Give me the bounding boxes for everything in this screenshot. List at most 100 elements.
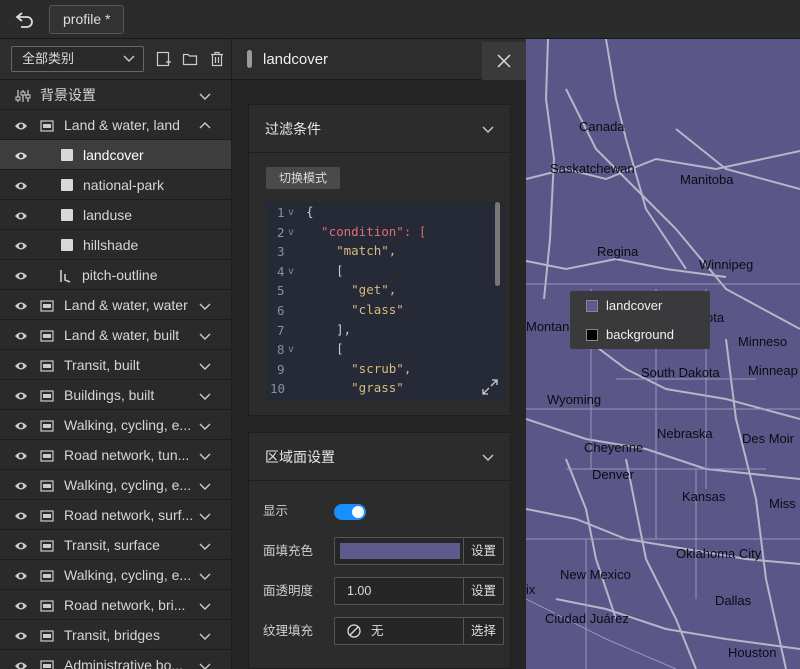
filter-code-editor[interactable]: 1v 2v 3 4v 5 6 7 8v 9 10 { "condition": … <box>266 202 504 400</box>
area-card-header[interactable]: 区域面设置 <box>249 433 510 481</box>
chevron-down-icon[interactable] <box>482 123 494 135</box>
chevron-down-icon[interactable] <box>199 449 211 461</box>
eye-icon[interactable] <box>14 239 28 251</box>
group-icon <box>40 569 54 582</box>
eye-icon[interactable] <box>14 149 28 161</box>
eye-icon[interactable] <box>14 509 28 521</box>
chevron-down-icon[interactable] <box>199 329 211 341</box>
fill-color-swatch[interactable] <box>340 543 460 559</box>
layer-item-pitch-outline[interactable]: pitch-outline <box>0 260 231 290</box>
chevron-down-icon[interactable] <box>199 359 211 371</box>
layer-item-landuse[interactable]: landuse <box>0 200 231 230</box>
layer-group-background[interactable]: 背景设置 <box>0 80 231 110</box>
eye-icon[interactable] <box>14 449 28 461</box>
eye-icon[interactable] <box>14 659 28 669</box>
map-label: South Dakota <box>641 365 720 380</box>
legend-swatch <box>586 300 598 312</box>
opacity-value[interactable]: 1.00 <box>347 578 371 604</box>
eye-icon[interactable] <box>14 119 28 131</box>
map-label: Wyoming <box>547 392 602 407</box>
layer-group-road-network-tunnels[interactable]: Road network, tun... <box>0 440 231 470</box>
code-line: [ <box>306 262 344 278</box>
eye-icon[interactable] <box>14 569 28 581</box>
profile-tab[interactable]: profile * <box>49 5 125 34</box>
layer-group-land-water-water[interactable]: Land & water, water <box>0 290 231 320</box>
map-label: Minneso <box>738 334 788 349</box>
chevron-down-icon[interactable] <box>199 89 211 101</box>
chevron-down-icon[interactable] <box>199 629 211 641</box>
layer-label: Land & water, land <box>64 117 180 133</box>
eye-icon[interactable] <box>14 389 28 401</box>
layer-group-walking-cycling-1[interactable]: Walking, cycling, e... <box>0 410 231 440</box>
show-toggle[interactable] <box>334 504 366 520</box>
eye-icon[interactable] <box>14 299 28 311</box>
eye-icon[interactable] <box>14 329 28 341</box>
chevron-down-icon[interactable] <box>199 479 211 491</box>
chevron-down-icon[interactable] <box>199 539 211 551</box>
eye-icon[interactable] <box>14 359 28 371</box>
fill-color-set-button[interactable]: 设置 <box>463 538 503 564</box>
code-line: "condition": [ <box>306 223 427 239</box>
expand-icon[interactable] <box>482 379 498 395</box>
code-line: "get", <box>306 282 397 298</box>
layer-group-road-network-bridges[interactable]: Road network, bri... <box>0 590 231 620</box>
chevron-down-icon[interactable] <box>199 599 211 611</box>
eye-icon[interactable] <box>14 629 28 641</box>
chevron-down-icon[interactable] <box>199 509 211 521</box>
pattern-label: 纹理填充 <box>263 624 314 638</box>
chevron-down-icon[interactable] <box>199 569 211 581</box>
fill-color-field[interactable]: 设置 <box>334 537 504 565</box>
layer-group-land-water-land[interactable]: Land & water, land <box>0 110 231 140</box>
layer-label: Road network, surf... <box>64 507 194 523</box>
layer-group-administrative-boundaries[interactable]: Administrative bo... <box>0 650 231 669</box>
layer-group-walking-cycling-2[interactable]: Walking, cycling, e... <box>0 470 231 500</box>
category-select[interactable]: 全部类别 <box>11 46 144 72</box>
undo-icon[interactable] <box>10 8 40 32</box>
eye-icon[interactable] <box>14 419 28 431</box>
group-icon <box>40 119 54 132</box>
eye-icon[interactable] <box>14 539 28 551</box>
filter-card: 过滤条件 切换模式 1v 2v 3 4v 5 6 7 8v 9 10 { "co… <box>248 104 511 416</box>
eye-icon[interactable] <box>14 269 28 281</box>
line-number: 7 <box>277 322 285 338</box>
layer-group-transit-surface[interactable]: Transit, surface <box>0 530 231 560</box>
code-line: "match", <box>306 243 397 259</box>
chevron-down-icon[interactable] <box>199 659 211 669</box>
switch-mode-button[interactable]: 切换模式 <box>266 167 341 189</box>
chevron-down-icon[interactable] <box>199 389 211 401</box>
folder-icon[interactable] <box>182 51 198 67</box>
eye-icon[interactable] <box>14 179 28 191</box>
map-canvas[interactable]: Canada Saskatchewan Manitoba Regina Winn… <box>526 39 800 669</box>
filter-card-header[interactable]: 过滤条件 <box>249 105 510 153</box>
map-label: Regina <box>597 244 639 259</box>
code-line: "scrub", <box>306 360 412 376</box>
eye-icon[interactable] <box>14 479 28 491</box>
layer-group-transit-built[interactable]: Transit, built <box>0 350 231 380</box>
pattern-field[interactable]: 无 选择 <box>334 617 504 645</box>
layer-item-hillshade[interactable]: hillshade <box>0 230 231 260</box>
layer-group-walking-cycling-3[interactable]: Walking, cycling, e... <box>0 560 231 590</box>
chevron-up-icon[interactable] <box>199 119 211 131</box>
chevron-down-icon[interactable] <box>199 299 211 311</box>
layer-group-road-network-surface[interactable]: Road network, surf... <box>0 500 231 530</box>
add-layer-icon[interactable] <box>156 51 172 67</box>
chevron-down-icon[interactable] <box>199 419 211 431</box>
layer-group-buildings-built[interactable]: Buildings, built <box>0 380 231 410</box>
layer-item-landcover[interactable]: landcover <box>0 140 231 170</box>
map-label: Des Moir <box>742 431 795 446</box>
code-line: "grass" <box>306 380 404 396</box>
layer-list: 背景设置 Land & water, land landcover nation… <box>0 80 231 669</box>
chevron-down-icon[interactable] <box>482 451 494 463</box>
layer-label: Transit, bridges <box>64 627 160 643</box>
pattern-select-button[interactable]: 选择 <box>463 618 503 644</box>
close-icon[interactable] <box>482 42 526 80</box>
opacity-set-button[interactable]: 设置 <box>463 578 503 604</box>
editor-scrollbar[interactable] <box>495 202 500 286</box>
eye-icon[interactable] <box>14 599 28 611</box>
layer-item-national-park[interactable]: national-park <box>0 170 231 200</box>
trash-icon[interactable] <box>209 51 225 67</box>
layer-group-transit-bridges[interactable]: Transit, bridges <box>0 620 231 650</box>
layer-group-land-water-built[interactable]: Land & water, built <box>0 320 231 350</box>
opacity-field[interactable]: 1.00 设置 <box>334 577 504 605</box>
eye-icon[interactable] <box>14 209 28 221</box>
